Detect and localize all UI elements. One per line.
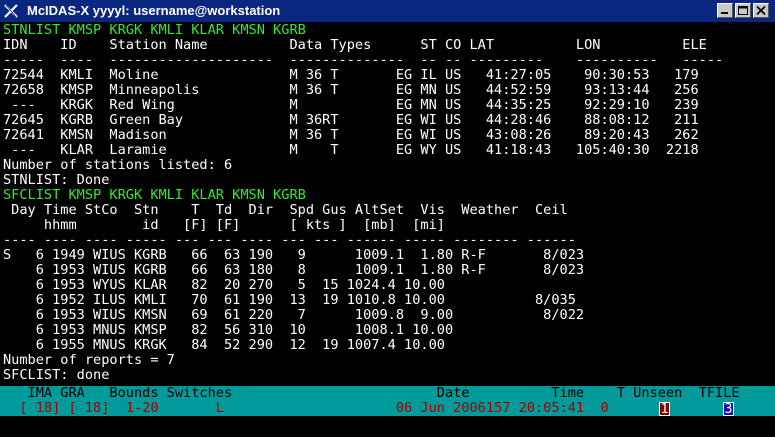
output-line: 6 1953 WIUS KMSN 69 61 220 7 1009.8 9.00…	[3, 307, 585, 323]
output-line: SFCLIST: done	[3, 367, 110, 383]
minimize-icon	[721, 12, 728, 14]
output-line: 72641 KMSN Madison M 36 T EG WI US 43:08…	[3, 127, 699, 143]
command-line-area[interactable]	[0, 416, 775, 437]
close-icon	[756, 5, 766, 16]
output-line: IDN ID Station Name Data Types ST CO LAT…	[3, 37, 707, 53]
window-title: McIDAS-X yyyyl: username@workstation	[27, 3, 281, 18]
output-line: Number of reports = 7	[3, 352, 175, 368]
output-line: 72658 KMSP Minneapolis M 36 T EG MN US 4…	[3, 82, 699, 98]
output-line: 6 1953 WIUS KGRB 66 63 180 8 1009.1 1.80…	[3, 262, 585, 278]
output-line: hhmm id [F] [F] [ kts ] [mb] [mi]	[3, 217, 445, 233]
close-button[interactable]	[753, 3, 769, 18]
output-line: Number of stations listed: 6	[3, 157, 233, 173]
output-line: Day Time StCo Stn T Td Dir Spd Gus AltSe…	[3, 202, 568, 218]
output-line: ----- ---- -------------------- --------…	[3, 52, 724, 68]
output-line: 72544 KMLI Moline M 36 T EG IL US 41:27:…	[3, 67, 699, 83]
output-line: STNLIST: Done	[3, 172, 110, 188]
tfile-indicator: 3	[723, 402, 734, 417]
output-line: --- KLAR Laramie M T EG WY US 41:18:43 1…	[3, 142, 699, 158]
output-line: 6 1955 MNUS KRGK 84 52 290 12 19 1007.4 …	[3, 337, 445, 353]
minimize-button[interactable]	[717, 3, 733, 18]
output-line: 6 1953 WYUS KLAR 82 20 270 5 15 1024.4 1…	[3, 277, 445, 293]
output-line: 6 1953 MNUS KMSP 82 56 310 10 1008.1 10.…	[3, 322, 454, 338]
command-line: STNLIST KMSP KRGK KMLI KLAR KMSN KGRB	[3, 22, 306, 38]
output-line: 72645 KGRB Green Bay M 36RT EG WI US 44:…	[3, 112, 699, 128]
status-header: IMA GRA Bounds Switches Date Time T Unse…	[3, 385, 740, 401]
output-line: ---- ---- ---- ----- --- --- ---- --- --…	[3, 232, 576, 248]
output-line: --- KRGK Red Wing M EG MN US 44:35:25 92…	[3, 97, 699, 113]
unseen-indicator: 1	[659, 402, 670, 417]
status-values: [ 18] [ 18] 1-20 L 06 Jun 2006157 20:05:…	[3, 400, 609, 416]
output-line: 6 1952 ILUS KMLI 70 61 190 13 19 1010.8 …	[3, 292, 576, 308]
status-bar: IMA GRA Bounds Switches Date Time T Unse…	[0, 385, 775, 417]
command-line: SFCLIST KMSP KRGK KMLI KLAR KMSN KGRB	[3, 187, 306, 203]
mcidas-window: McIDAS-X yyyyl: username@workstation STN…	[0, 0, 775, 437]
maximize-button[interactable]	[735, 3, 751, 18]
x-logo-icon[interactable]	[3, 3, 19, 19]
title-bar[interactable]: McIDAS-X yyyyl: username@workstation	[0, 0, 775, 22]
terminal-output[interactable]: STNLIST KMSP KRGK KMLI KLAR KMSN KGRB IDN…	[3, 23, 775, 386]
maximize-icon	[738, 6, 748, 15]
output-line: S 6 1949 WIUS KGRB 66 63 190 9 1009.1 1.…	[3, 247, 585, 263]
